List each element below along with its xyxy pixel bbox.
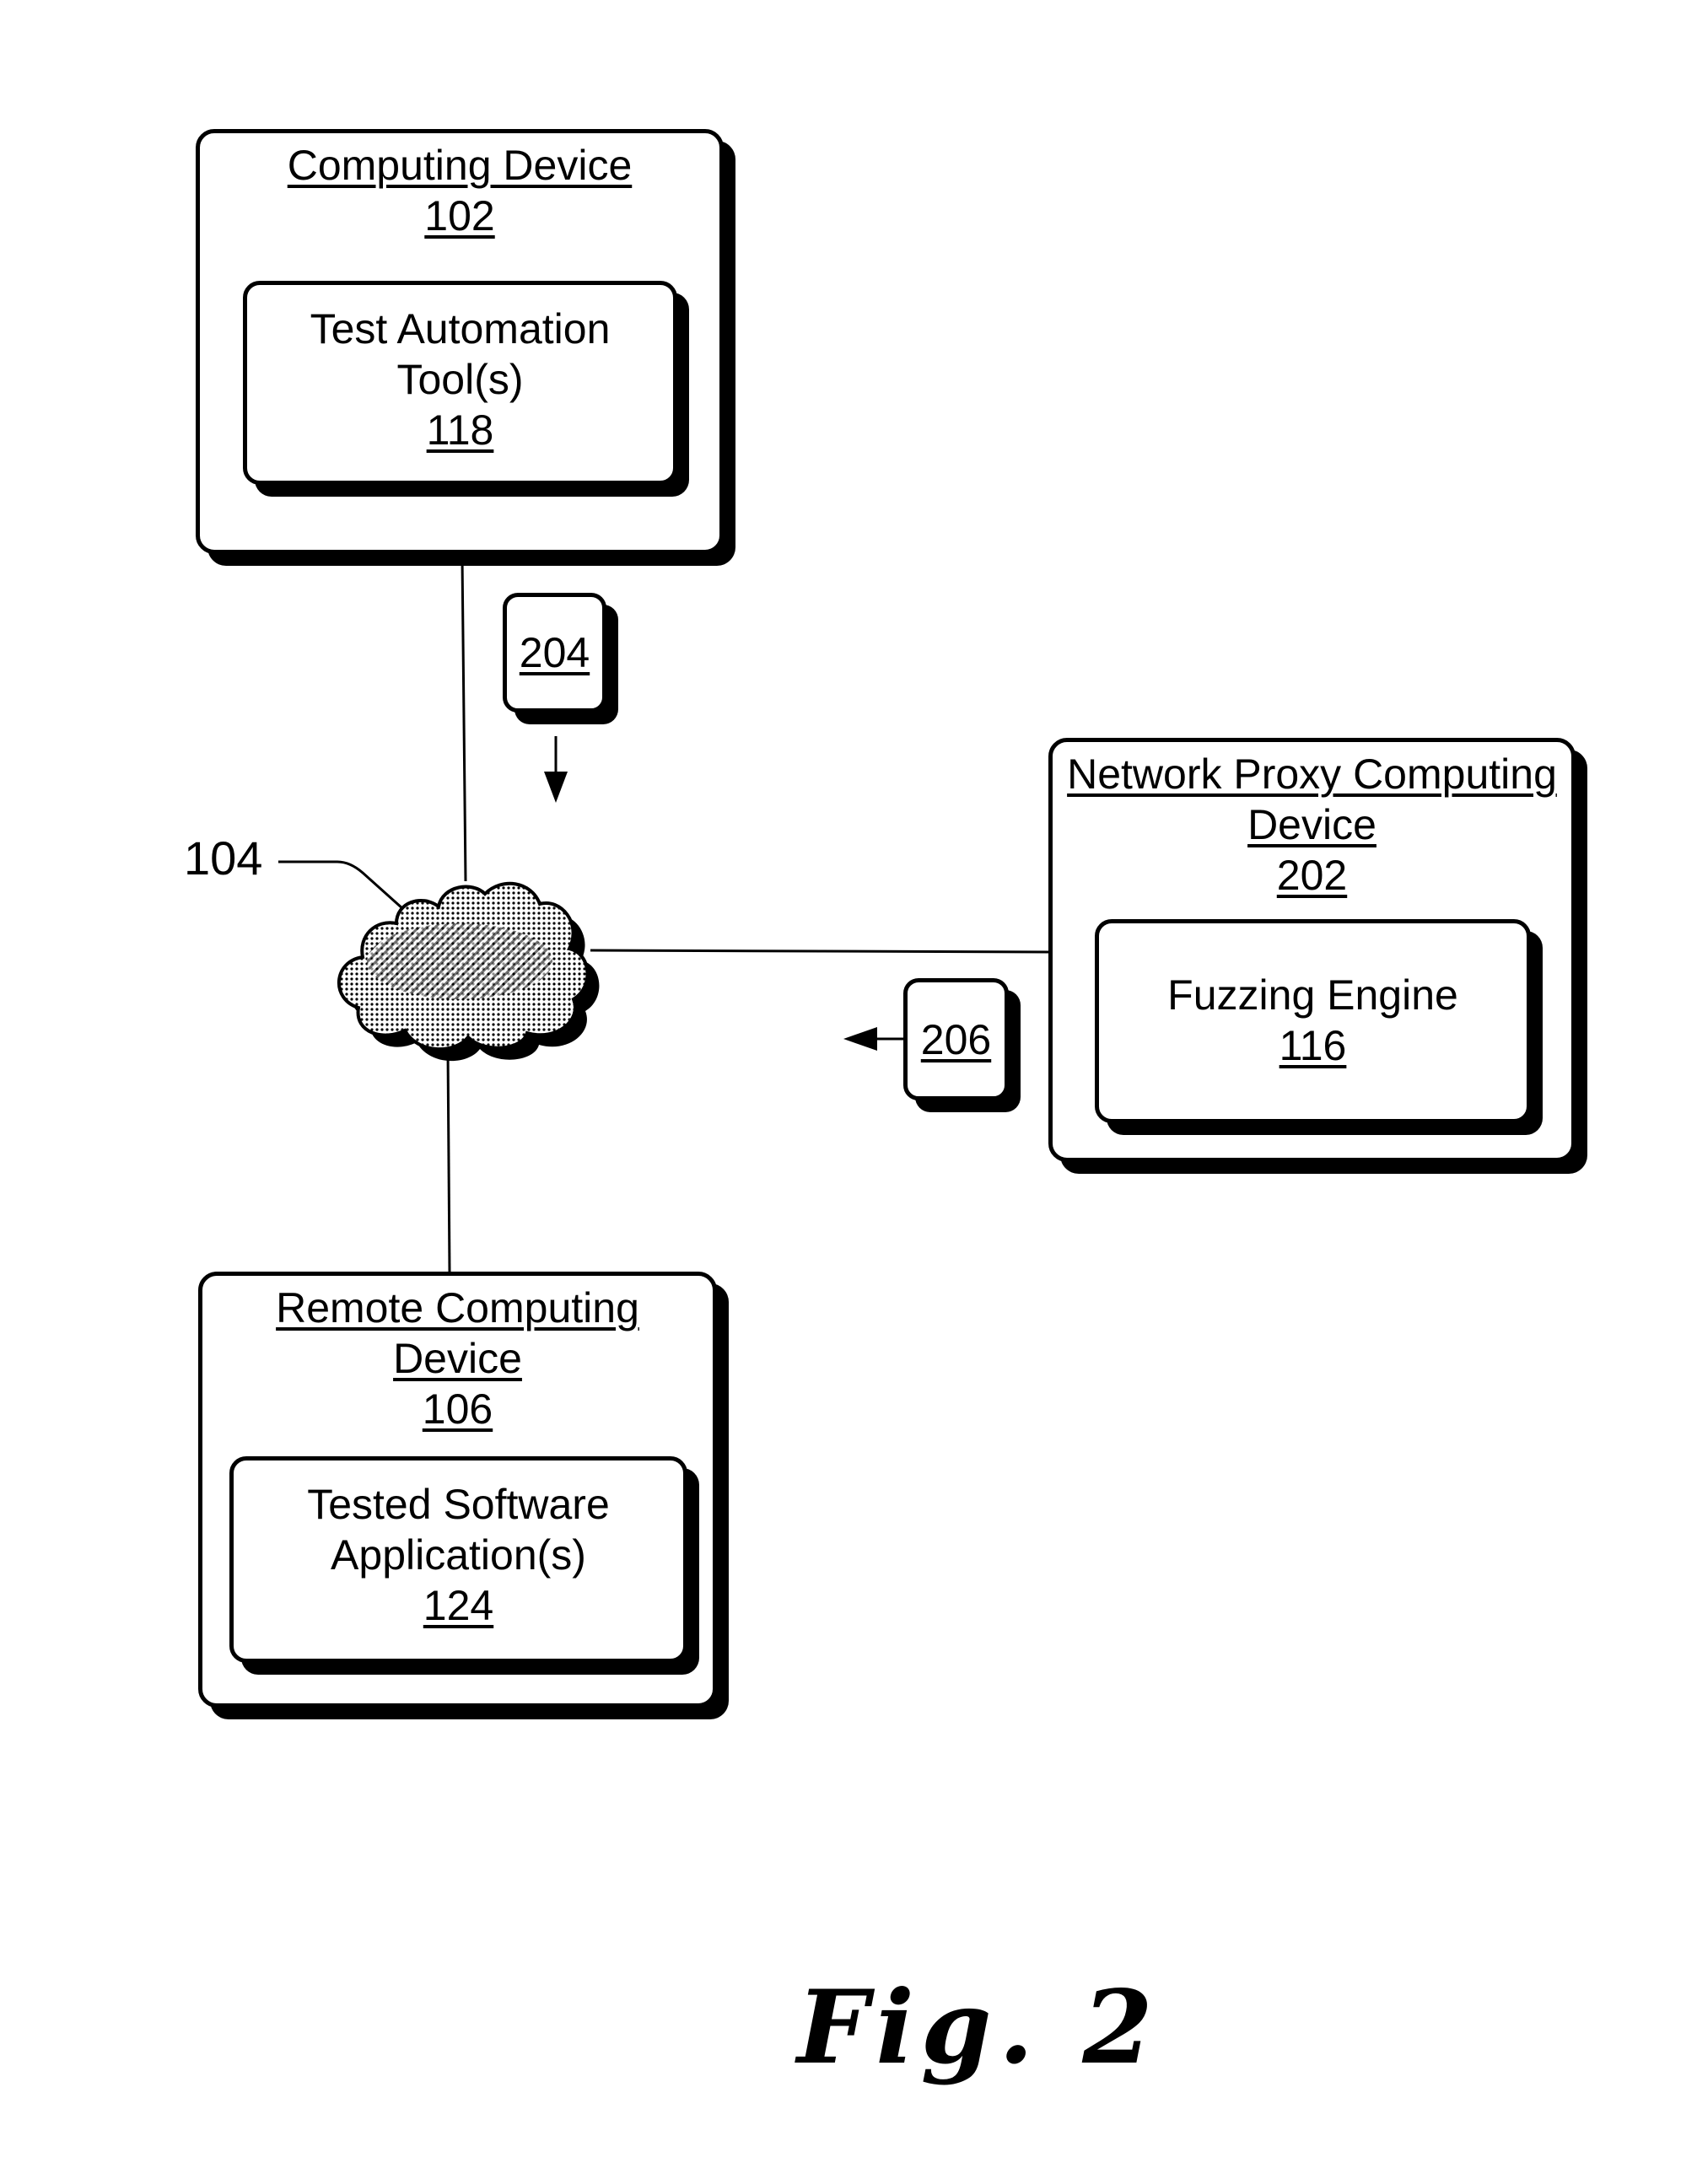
fuzzing-engine-ref: 116 xyxy=(1279,1022,1347,1069)
remote-device-ref: 106 xyxy=(422,1385,493,1433)
fuzzing-engine-label: Fuzzing Engine xyxy=(1167,971,1458,1019)
connector-102-to-104 xyxy=(461,556,467,882)
connector-104-to-202 xyxy=(590,949,1049,954)
figure-caption: Fig. 2 xyxy=(797,1968,1160,2087)
arrow-204-down xyxy=(544,736,568,803)
flow-tag-206: 206 xyxy=(903,978,1009,1100)
remote-device-box: Remote Computing Device 106 Tested Softw… xyxy=(198,1272,717,1708)
network-ref-label: 104 xyxy=(184,831,263,885)
flow-ref-206: 206 xyxy=(920,1015,992,1063)
tested-software-ref: 124 xyxy=(423,1582,494,1629)
test-automation-tools-box: Test Automation Tool(s) 118 xyxy=(243,281,677,485)
arrow-206-left xyxy=(843,1027,903,1051)
computing-device-box: Computing Device 102 Test Automation Too… xyxy=(196,129,724,554)
flow-ref-204: 204 xyxy=(519,629,590,676)
tested-software-line-2: Application(s) xyxy=(331,1531,586,1579)
remote-device-title-line-2: Device xyxy=(393,1335,522,1382)
computing-device-title: Computing Device xyxy=(287,142,633,189)
test-automation-tools-ref: 118 xyxy=(426,406,494,454)
network-proxy-title-line-1: Network Proxy Computing xyxy=(1067,750,1557,798)
computing-device-ref: 102 xyxy=(424,192,495,239)
test-automation-tools-line-2: Tool(s) xyxy=(396,356,524,403)
tested-software-box: Tested Software Application(s) 124 xyxy=(229,1456,687,1663)
fuzzing-engine-box: Fuzzing Engine 116 xyxy=(1095,919,1531,1123)
network-proxy-box: Network Proxy Computing Device 202 Fuzzi… xyxy=(1048,738,1576,1162)
leader-line-104 xyxy=(278,860,405,911)
flow-tag-204: 204 xyxy=(503,593,606,713)
connector-104-to-106 xyxy=(446,1049,451,1272)
test-automation-tools-line-1: Test Automation xyxy=(310,305,611,352)
cloud-icon xyxy=(337,881,600,1062)
network-proxy-title-line-2: Device xyxy=(1247,801,1376,848)
remote-device-title-line-1: Remote Computing xyxy=(276,1284,639,1331)
tested-software-line-1: Tested Software xyxy=(307,1481,610,1528)
network-proxy-ref: 202 xyxy=(1276,852,1348,899)
